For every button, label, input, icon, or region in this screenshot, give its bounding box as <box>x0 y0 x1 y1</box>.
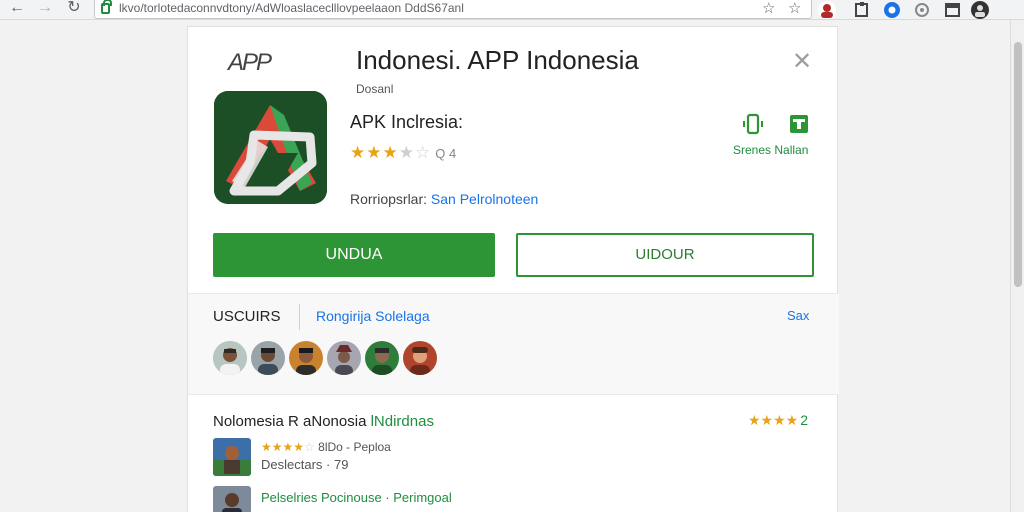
chrome-icon[interactable] <box>883 1 901 19</box>
star-half-icon: ★ <box>785 412 799 428</box>
window-icon[interactable] <box>944 1 962 19</box>
star-icon: ★★★★ <box>261 440 305 454</box>
star-empty-icon: ☆ <box>304 440 315 454</box>
star-icon[interactable]: ☆ <box>762 1 775 17</box>
divider <box>299 304 300 330</box>
developer-link[interactable]: San Pelrolnoteen <box>431 191 538 207</box>
review-thumbnail <box>213 438 251 476</box>
settings-icon[interactable] <box>913 1 931 19</box>
back-icon[interactable]: ← <box>6 0 28 18</box>
forward-icon[interactable]: → <box>34 0 56 18</box>
brand-logo: APP <box>228 49 272 76</box>
extension-icon[interactable] <box>853 1 871 19</box>
rating-text: Q 4 <box>435 146 457 161</box>
store-icon[interactable] <box>788 113 810 135</box>
url-text-value: lkvo/torlotedaconnvdtony/AdWloaslaceclll… <box>119 1 464 15</box>
users-label: USCUIRS <box>213 308 281 325</box>
app-card: APP Indonesi. APP Indonesia Dosanl ✕ APK… <box>187 26 839 512</box>
developer-label: Rorriopsrlar: <box>350 191 428 207</box>
avatar-icon[interactable] <box>971 1 989 19</box>
avatar[interactable] <box>365 341 399 375</box>
browser-toolbar: ← → ↻ lkvo/torlotedaconnvdtony/AdWloasla… <box>0 0 1024 20</box>
bookmark-icon[interactable]: ☆ <box>788 1 801 17</box>
reload-icon[interactable]: ↻ <box>63 0 85 18</box>
lock-icon <box>101 0 112 14</box>
reviews-title-highlight[interactable]: lNdirdnas <box>371 413 434 430</box>
review-title[interactable]: Pelselries Pocinouse · Perimgoal <box>261 490 452 505</box>
app-rating: ★★★★☆ Q 4 <box>350 143 456 163</box>
reviews-score-count: 2 <box>800 412 809 428</box>
developer-line: Rorriopsrlar: San Pelrolnoteen <box>350 191 538 207</box>
star-icon: ★ <box>382 143 399 162</box>
page-subtitle: Dosanl <box>356 82 394 96</box>
close-icon[interactable]: ✕ <box>792 47 812 76</box>
profile-icon[interactable] <box>818 1 836 19</box>
users-section: USCUIRS Rongirija Solelaga Sax <box>188 293 839 395</box>
avatar[interactable] <box>213 341 247 375</box>
see-all-link[interactable]: Sax <box>787 308 809 323</box>
star-empty-icon: ★ <box>398 143 415 162</box>
reviews-title-main: Nolomesia R aNonosia <box>213 413 367 430</box>
url-text[interactable]: lkvo/torlotedaconnvdtony/AdWloaslaceclll… <box>119 1 464 15</box>
address-bar[interactable]: lkvo/torlotedaconnvdtony/AdWloaslaceclll… <box>94 0 812 19</box>
share-label[interactable]: Srenes Nallan <box>733 143 808 157</box>
page-scrollbar[interactable] <box>1010 20 1024 512</box>
install-button[interactable]: UNDUA <box>213 233 495 277</box>
reviews-title: Nolomesia R aNonosia lNdirdnas <box>213 413 434 430</box>
avatar[interactable] <box>403 341 437 375</box>
reviews-score: ★★★★ 2 <box>748 412 808 429</box>
review-detail: Deslectars · 79 <box>261 457 349 472</box>
page-title: Indonesi. APP Indonesia <box>356 45 639 75</box>
review-meta: 8lDo - Peploa <box>318 440 391 454</box>
avatar[interactable] <box>251 341 285 375</box>
scrollbar-thumb[interactable] <box>1014 42 1022 287</box>
avatar[interactable] <box>327 341 361 375</box>
star-icon: ★★★ <box>748 412 786 428</box>
review-rating-line: ★★★★☆ 8lDo - Peploa <box>261 440 391 454</box>
phone-icon[interactable] <box>742 113 764 135</box>
app-name: APK Inclresia: <box>350 112 464 132</box>
star-icon: ★ <box>366 143 383 162</box>
secondary-button[interactable]: UIDOUR <box>516 233 814 277</box>
star-empty-icon: ☆ <box>415 143 432 162</box>
users-link[interactable]: Rongirija Solelaga <box>316 308 430 324</box>
star-icon: ★ <box>350 143 367 162</box>
avatar[interactable] <box>289 341 323 375</box>
review-thumbnail <box>213 486 251 512</box>
app-icon <box>214 91 327 204</box>
